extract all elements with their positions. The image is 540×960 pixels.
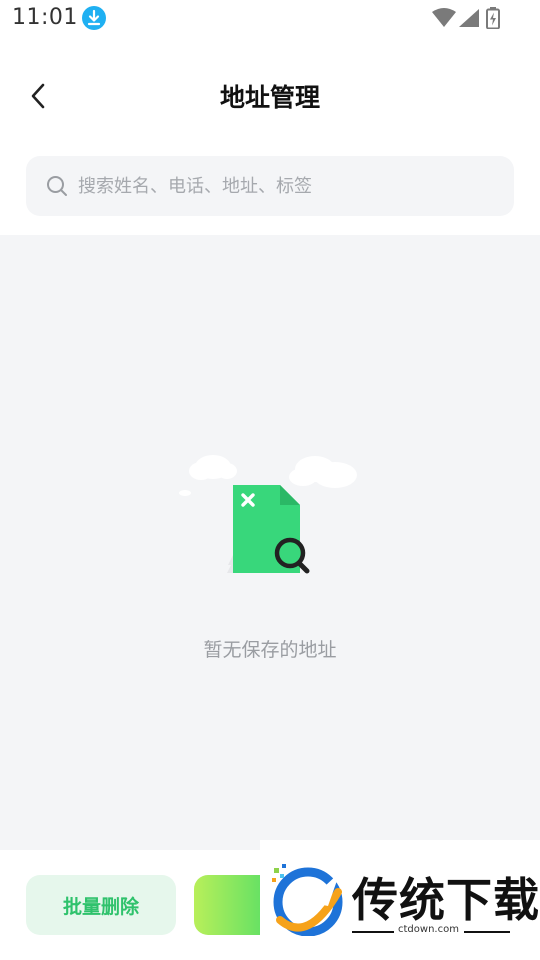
- search-icon: [47, 176, 67, 196]
- download-icon: [82, 6, 106, 30]
- watermark: 传统下载 ctdown.com: [260, 840, 540, 960]
- watermark-brand: 传统下载: [352, 873, 540, 927]
- header: 地址管理: [0, 54, 540, 138]
- search-box[interactable]: [26, 156, 514, 216]
- batch-delete-button[interactable]: 批量删除: [26, 875, 176, 935]
- watermark-url-row: ctdown.com: [352, 924, 510, 938]
- divider: [352, 931, 394, 933]
- divider: [464, 931, 510, 933]
- signal-icon: [459, 9, 479, 27]
- brand-logo-icon: [272, 864, 343, 936]
- empty-message: 暂无保存的地址: [203, 639, 337, 661]
- status-icons: [432, 7, 502, 29]
- search-input[interactable]: [78, 156, 498, 216]
- empty-document-search-icon: [179, 455, 357, 574]
- battery-icon: [486, 7, 500, 29]
- wifi-icon: [432, 8, 456, 27]
- status-time: 11:01: [12, 5, 78, 30]
- page-title: 地址管理: [219, 83, 320, 112]
- watermark-url: ctdown.com: [398, 924, 459, 935]
- status-bar: 11:01: [0, 0, 540, 38]
- address-list-area: 暂无保存的地址: [0, 235, 540, 850]
